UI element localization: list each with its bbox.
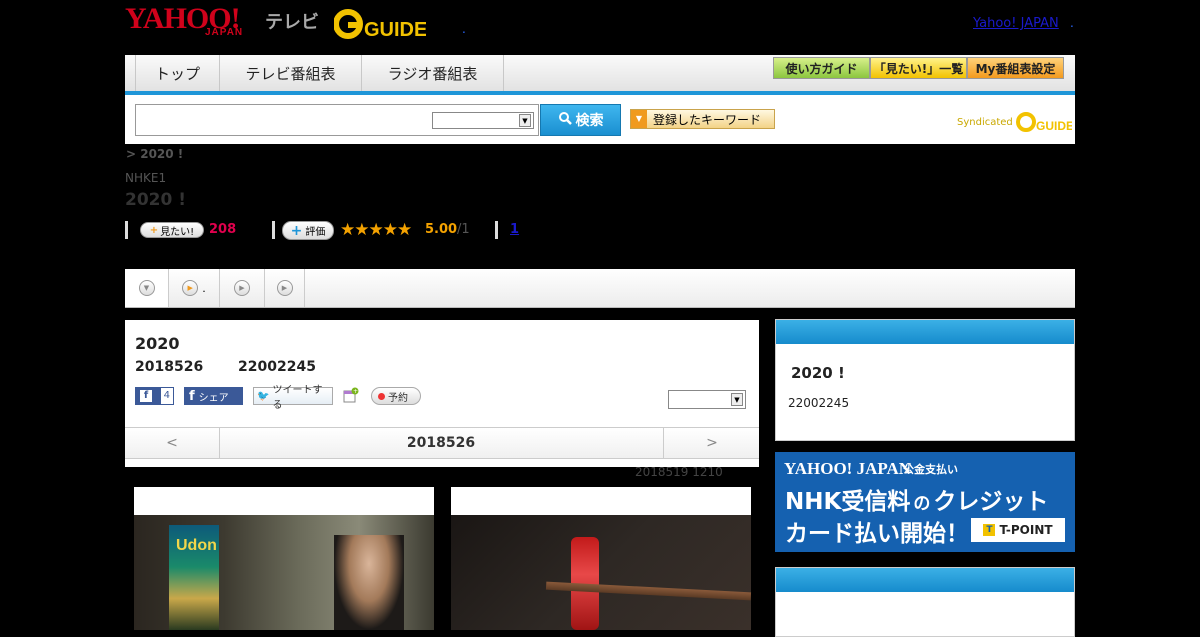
chevron-down-icon: ▼ bbox=[631, 110, 647, 128]
rating-stars: ★★★★★ bbox=[340, 220, 412, 240]
ad-line-1-a: NHK受信料 bbox=[785, 489, 911, 515]
ad-line-1-b: の bbox=[913, 494, 931, 514]
search-button[interactable]: 検索 bbox=[540, 104, 621, 136]
mitai-count: 208 bbox=[209, 222, 237, 237]
search-bar: ▼ 検索 ▼ 登録したキーワード Syndicated GUIDE bbox=[125, 95, 1075, 144]
svg-text:GUIDE: GUIDE bbox=[364, 19, 426, 40]
rating-count: /1 bbox=[457, 222, 470, 237]
search-icon bbox=[558, 111, 572, 129]
tab-3[interactable]: ▶ bbox=[220, 269, 265, 307]
review-count-link[interactable]: 1 bbox=[510, 222, 519, 237]
nhk-payment-ad[interactable]: YAHOO! JAPAN 公金支払い NHK受信料のクレジット カード払い開始！… bbox=[775, 452, 1075, 552]
play-icon: ▶ bbox=[182, 280, 199, 296]
play-icon: ▶ bbox=[276, 280, 293, 296]
ad-tag: 公金支払い bbox=[903, 463, 958, 476]
chevron-down-icon: ▼ bbox=[138, 280, 155, 296]
header-separator-2: . bbox=[1070, 16, 1074, 30]
usage-guide-button[interactable]: 使い方ガイド bbox=[773, 57, 870, 79]
program-tabs: ▼ ▶ . ▶ ▶ bbox=[125, 269, 1075, 308]
divider bbox=[125, 221, 128, 239]
plus-icon: + bbox=[290, 222, 303, 239]
summary-title: 2020 ! bbox=[791, 364, 845, 382]
next-date-button[interactable]: > bbox=[663, 428, 760, 458]
tv-logo-label[interactable]: テレビ bbox=[265, 8, 319, 34]
thumbnail-card[interactable] bbox=[451, 487, 752, 630]
reserve-label: 予約 bbox=[388, 392, 408, 404]
my-schedule-settings-button[interactable]: My番組表設定 bbox=[967, 57, 1064, 79]
gguide-logo[interactable]: GUIDE bbox=[333, 8, 427, 41]
previous-broadcast-note: 2018519 1210 bbox=[635, 465, 723, 479]
facebook-count: 4 bbox=[160, 388, 173, 404]
reserve-button[interactable]: 予約 bbox=[371, 387, 421, 405]
tab-1[interactable]: ▼ bbox=[125, 269, 169, 307]
summary-time: 22002245 bbox=[788, 396, 850, 410]
tab-2[interactable]: ▶ . bbox=[169, 269, 220, 307]
ad-line-1-c: クレジット bbox=[933, 489, 1049, 515]
prev-date-button[interactable]: < bbox=[125, 428, 220, 458]
tpoint-label: T-POINT bbox=[999, 523, 1053, 537]
svg-text:+: + bbox=[353, 388, 358, 395]
summary-box-header bbox=[776, 320, 1074, 344]
header-separator: . bbox=[462, 22, 466, 36]
tpoint-icon: T bbox=[983, 524, 996, 536]
registered-keyword-label: 登録したキーワード bbox=[653, 112, 762, 127]
chevron-down-icon: ▼ bbox=[519, 114, 531, 127]
rate-button[interactable]: + 評価 bbox=[282, 221, 334, 240]
search-button-label: 検索 bbox=[575, 113, 604, 129]
chevron-down-icon: ▼ bbox=[731, 393, 743, 406]
page-title: 2020 ! bbox=[125, 190, 186, 210]
nav-tab-top[interactable]: トップ bbox=[135, 55, 220, 91]
ad-line-2: カード払い開始！ bbox=[785, 521, 969, 547]
twitter-icon: 🐦 bbox=[257, 390, 270, 402]
channel-name: NHKE1 bbox=[125, 171, 167, 185]
card-select[interactable]: ▼ bbox=[668, 390, 746, 409]
sidebar-box-header bbox=[776, 568, 1074, 592]
yahoo-japan-logo-sub: JAPAN bbox=[205, 27, 244, 38]
tab-2-label: . bbox=[202, 281, 206, 295]
program-detail-card: 2020 2018526 22002245 f 4 f シェア 🐦 ツイートする… bbox=[125, 320, 759, 467]
rate-label: 評価 bbox=[305, 227, 326, 238]
record-icon bbox=[378, 392, 385, 400]
registered-keyword-button[interactable]: ▼ 登録したキーワード bbox=[630, 109, 775, 129]
broadcast-date: 2018526 bbox=[135, 359, 204, 375]
ad-line-1: NHK受信料のクレジット bbox=[785, 482, 1048, 516]
program-title: 2020 bbox=[135, 334, 180, 353]
thumbnail-card[interactable]: Udon bbox=[134, 487, 434, 630]
tweet-button[interactable]: 🐦 ツイートする bbox=[253, 385, 333, 411]
tab-4[interactable]: ▶ bbox=[265, 269, 305, 307]
broadcast-time: 22002245 bbox=[238, 359, 316, 375]
calendar-add-icon[interactable]: + bbox=[343, 387, 359, 403]
rating-value: 5.00 bbox=[425, 222, 458, 237]
mitai-label: 見たい! bbox=[160, 226, 195, 238]
svg-text:GUIDE: GUIDE bbox=[1036, 119, 1072, 133]
ad-yahoo-logo: YAHOO! JAPAN bbox=[784, 459, 912, 478]
play-icon: ▶ bbox=[234, 280, 250, 296]
syndicated-gguide-logo: Syndicated GUIDE bbox=[957, 111, 1074, 133]
tweet-label: ツイートする bbox=[272, 385, 323, 411]
mitai-button[interactable]: + 見たい! bbox=[140, 222, 204, 238]
breadcrumb[interactable]: > 2020 ! bbox=[126, 147, 183, 161]
mitai-list-button[interactable]: 「見たい!」一覧 bbox=[870, 57, 967, 79]
divider bbox=[272, 221, 275, 239]
facebook-icon: f bbox=[189, 388, 195, 404]
facebook-like-button[interactable]: f 4 bbox=[135, 387, 174, 405]
program-summary-box: 2020 ! 22002245 bbox=[775, 319, 1075, 441]
current-date: 2018526 bbox=[406, 435, 476, 451]
nav-tab-radio-schedule[interactable]: ラジオ番組表 bbox=[362, 55, 504, 91]
share-label: シェア bbox=[198, 392, 229, 404]
sidebar-box bbox=[775, 567, 1075, 637]
date-navigation: < 2018526 > bbox=[125, 427, 759, 459]
yahoo-japan-link[interactable]: Yahoo! JAPAN bbox=[973, 16, 1059, 31]
facebook-share-button[interactable]: f シェア bbox=[184, 387, 243, 405]
plus-icon: + bbox=[149, 224, 159, 236]
divider bbox=[495, 221, 498, 239]
tpoint-badge: T T-POINT bbox=[971, 518, 1065, 542]
program-thumbnail-image bbox=[451, 515, 752, 630]
facebook-icon: f bbox=[140, 390, 152, 402]
syndicated-label: Syndicated bbox=[957, 117, 1013, 128]
search-category-select[interactable]: ▼ bbox=[432, 112, 534, 129]
program-thumbnail-image: Udon bbox=[134, 515, 434, 630]
nav-tab-tv-schedule[interactable]: テレビ番組表 bbox=[220, 55, 362, 91]
